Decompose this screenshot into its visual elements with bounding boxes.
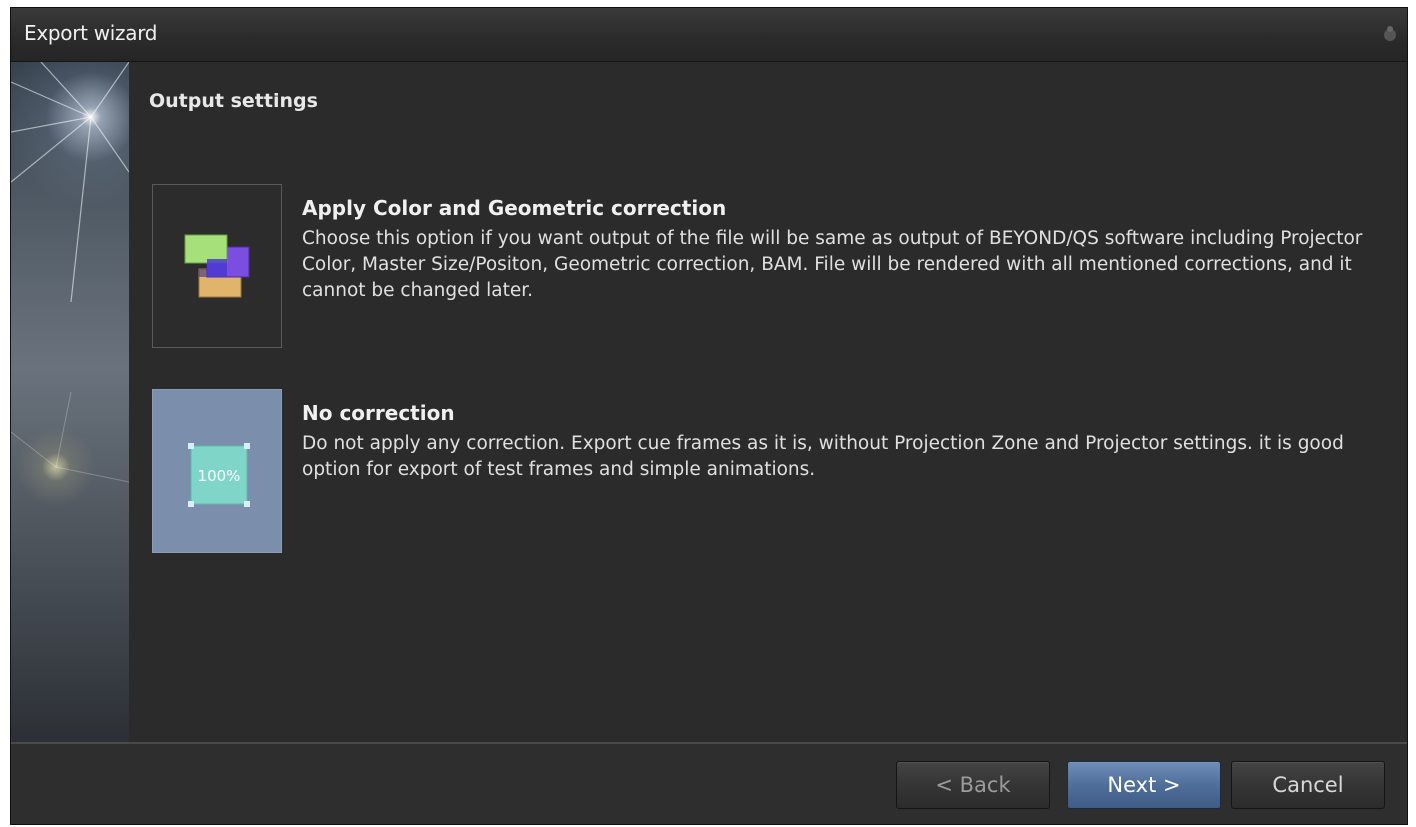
export-wizard-window: Export wizard Output settings Apply Colo…: [10, 7, 1408, 825]
title-bar[interactable]: Export wizard: [11, 8, 1407, 62]
wizard-side-banner: [11, 62, 129, 742]
window-title: Export wizard: [24, 21, 158, 45]
option-title: Apply Color and Geometric correction: [302, 196, 727, 220]
option-thumbnail-selected[interactable]: 100%: [152, 389, 282, 553]
section-title: Output settings: [149, 90, 318, 112]
next-button[interactable]: Next >: [1067, 761, 1221, 809]
option-description: Do not apply any correction. Export cue …: [302, 433, 1344, 480]
wizard-content: Output settings Apply Color and Geometri…: [129, 62, 1407, 742]
app-icon: [1381, 24, 1399, 42]
scale-100-label: 100%: [198, 467, 241, 485]
option-title: No correction: [302, 401, 455, 425]
wizard-footer: < Back Next > Cancel: [11, 742, 1407, 824]
cancel-button[interactable]: Cancel: [1231, 761, 1385, 809]
back-button[interactable]: < Back: [896, 761, 1050, 809]
color-geometry-icon: [184, 234, 250, 298]
option-thumbnail[interactable]: [152, 184, 282, 348]
light-rays-graphic: [11, 62, 129, 483]
option-description: Choose this option if you want output of…: [302, 228, 1363, 301]
scale-100-icon: 100%: [188, 443, 250, 507]
